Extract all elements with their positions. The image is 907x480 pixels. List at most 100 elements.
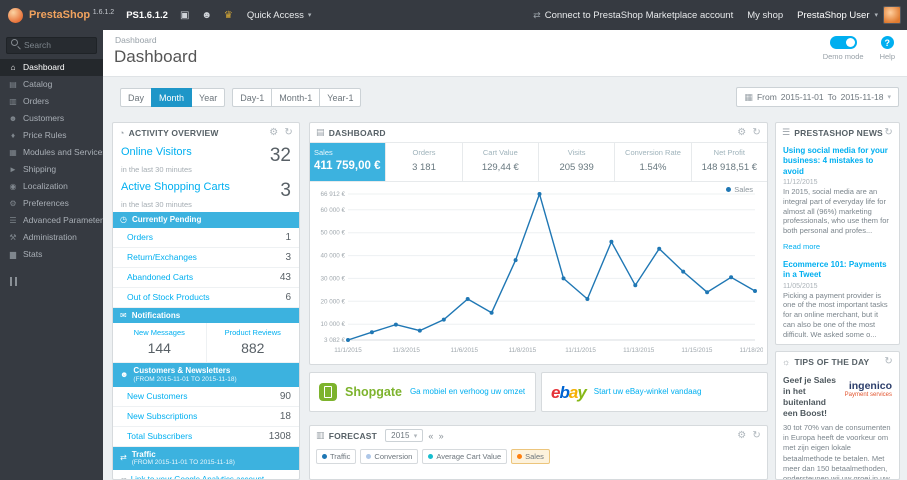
sidebar-item-customers[interactable]: ☻ Customers xyxy=(0,110,103,127)
svg-text:11/1/2015: 11/1/2015 xyxy=(334,347,362,354)
refresh-icon[interactable]: ↻ xyxy=(284,127,293,138)
catalog-icon: ▤ xyxy=(9,79,17,89)
pending-orders-link[interactable]: Orders xyxy=(127,232,153,242)
kpi-net-profit[interactable]: Net Profit 148 918,51 € xyxy=(692,143,767,181)
new-subscriptions-link[interactable]: New Subscriptions xyxy=(127,411,197,421)
forecast-legend-average-cart-value[interactable]: Average Cart Value xyxy=(422,449,508,464)
sidebar-item-orders[interactable]: ▥ Orders xyxy=(0,93,103,110)
shop-name-link[interactable]: PS1.6.1.2 xyxy=(126,10,168,21)
kpi-cart-value[interactable]: Cart Value 129,44 € xyxy=(463,143,539,181)
sidebar-item-localization[interactable]: ◉ Localization xyxy=(0,178,103,195)
refresh-icon[interactable]: ↻ xyxy=(884,127,893,138)
product-reviews-cell[interactable]: Product Reviews 882 xyxy=(205,323,300,363)
news-article-excerpt: Picking a payment provider is one of the… xyxy=(783,290,888,339)
my-shop-link[interactable]: My shop xyxy=(747,10,783,21)
refresh-icon[interactable]: ↻ xyxy=(752,430,761,441)
forecast-legend-conversion[interactable]: Conversion xyxy=(360,449,419,464)
news-article-date: 11/12/2015 xyxy=(783,179,818,187)
range-button-day[interactable]: Day xyxy=(120,88,153,107)
new-customers-link[interactable]: New Customers xyxy=(127,391,187,401)
forecast-year-select[interactable]: 2015 ▾ xyxy=(385,429,424,442)
sidebar-item-price-rules[interactable]: ♦ Price Rules xyxy=(0,127,103,144)
sidebar-item-stats[interactable]: ▆ Stats xyxy=(0,246,103,263)
cart-icon[interactable]: ▣ xyxy=(180,10,189,21)
trophy-icon[interactable]: ♛ xyxy=(224,10,233,21)
customers-newsletters-header: ☻ Customers & Newsletters (FROM 2015-11-… xyxy=(113,363,299,387)
gear-icon[interactable]: ⚙ xyxy=(737,127,746,138)
sidebar-item-administration[interactable]: ⚒ Administration xyxy=(0,229,103,246)
price-rules-icon: ♦ xyxy=(10,130,16,140)
forecast-legend-sales[interactable]: Sales xyxy=(511,449,550,464)
kpi-visits[interactable]: Visits 205 939 xyxy=(539,143,616,181)
prestashop-logo[interactable]: PrestaShop 1.6.1.2 xyxy=(29,9,114,21)
demo-mode-toggle[interactable] xyxy=(829,36,857,49)
online-visitors-link[interactable]: Online Visitors xyxy=(121,146,192,158)
google-analytics-link[interactable]: Link to your Google Analytics account xyxy=(131,475,264,479)
svg-text:40 000 €: 40 000 € xyxy=(320,253,345,260)
active-carts-link[interactable]: Active Shopping Carts xyxy=(121,181,230,193)
range-button-year-1[interactable]: Year-1 xyxy=(319,88,362,107)
sidebar-item-dashboard[interactable]: ⌂ Dashboard xyxy=(0,58,103,76)
help-control: ? Help xyxy=(880,36,895,61)
gear-icon[interactable]: ⚙ xyxy=(737,430,746,441)
kpi-row: Sales 411 759,00 € Orders 3 181 Cart Val… xyxy=(310,142,767,182)
news-article-title-link[interactable]: Using social media for your business: 4 … xyxy=(783,146,892,177)
news-article-title-link[interactable]: Ecommerce 101: Payments in a Tweet xyxy=(783,260,892,281)
news-article: Ecommerce 101: Payments in a Tweet 11/05… xyxy=(776,256,899,344)
previous-year-button[interactable]: « xyxy=(428,431,433,441)
chart-legend[interactable]: Sales xyxy=(726,185,753,194)
chevron-down-icon: ▾ xyxy=(874,12,878,19)
panel-title: FORECAST xyxy=(328,430,378,441)
shopgate-link[interactable]: Ga mobiel en verhoog uw omzet xyxy=(410,387,525,397)
search-input[interactable] xyxy=(6,36,97,54)
notifications-grid: New Messages 144 Product Reviews 882 xyxy=(113,323,300,364)
sidebar-item-advanced-parameters[interactable]: ☰ Advanced Parameters xyxy=(0,212,103,229)
abandoned-carts-link[interactable]: Abandoned Carts xyxy=(127,272,193,282)
next-year-button[interactable]: » xyxy=(439,431,444,441)
marketplace-link[interactable]: ⇄ Connect to PrestaShop Marketplace acco… xyxy=(533,10,733,21)
quick-access-menu[interactable]: Quick Access ▾ xyxy=(247,10,312,21)
active-carts-value: 3 xyxy=(280,180,291,201)
out-of-stock-link[interactable]: Out of Stock Products xyxy=(127,292,210,302)
ebay-link[interactable]: Start uw eBay-winkel vandaag xyxy=(594,387,702,397)
prestashop-logo-icon xyxy=(8,7,23,23)
user-menu[interactable]: PrestaShop User ▾ xyxy=(797,6,901,24)
date-range-picker[interactable]: ▦ From 2015-11-01 To 2015-11-18 ▾ xyxy=(736,87,899,107)
help-icon[interactable]: ? xyxy=(880,36,894,49)
new-subscriptions-value: 18 xyxy=(279,410,291,422)
kpi-sales[interactable]: Sales 411 759,00 € xyxy=(310,143,387,181)
range-button-year[interactable]: Year xyxy=(191,88,226,107)
sidebar-search xyxy=(6,35,97,54)
sidebar-item-modules[interactable]: ▦ Modules and Services xyxy=(0,144,103,161)
abandoned-carts-value: 43 xyxy=(279,271,291,283)
notifications-header: ✉ Notifications xyxy=(113,307,299,324)
gear-icon[interactable]: ⚙ xyxy=(269,127,278,138)
person-icon[interactable]: ☻ xyxy=(201,10,212,21)
svg-text:20 000 €: 20 000 € xyxy=(320,298,345,305)
forecast-legend-traffic[interactable]: Traffic xyxy=(316,449,357,464)
topbar-right: ⇄ Connect to PrestaShop Marketplace acco… xyxy=(533,6,907,24)
sidebar-item-catalog[interactable]: ▤ Catalog xyxy=(0,76,103,93)
range-button-day-1[interactable]: Day-1 xyxy=(232,88,273,107)
quick-access-label: Quick Access xyxy=(246,9,304,21)
sales-chart-area: Sales 66 912 € 60 000 € 50 000 € 40 000 € 30… xyxy=(310,182,767,361)
svg-text:11/13/2015: 11/13/2015 xyxy=(623,347,655,354)
range-button-month[interactable]: Month xyxy=(151,88,193,107)
kpi-conversion-rate[interactable]: Conversion Rate 1.54% xyxy=(615,143,692,181)
kpi-orders[interactable]: Orders 3 181 xyxy=(386,143,463,181)
refresh-icon[interactable]: ↻ xyxy=(884,356,893,367)
dashboard-panel: ▤ DASHBOARD ⚙ ↻ Sales 411 759,00 € Order… xyxy=(309,122,768,365)
sidebar-item-shipping[interactable]: ► Shipping xyxy=(0,161,103,178)
range-button-month-1[interactable]: Month-1 xyxy=(271,88,321,107)
breadcrumb[interactable]: Dashboard xyxy=(115,35,157,45)
refresh-icon[interactable]: ↻ xyxy=(752,127,761,138)
collapse-menu-icon[interactable] xyxy=(10,273,103,291)
tip-heading: Geef je Sales in het buitenland een Boos… xyxy=(783,375,836,419)
total-subscribers-link[interactable]: Total Subscribers xyxy=(127,431,192,441)
currently-pending-header: ◷ Currently Pending xyxy=(113,212,299,228)
sidebar-item-preferences[interactable]: ⚙ Preferences xyxy=(0,195,103,212)
read-more-link[interactable]: Read more xyxy=(783,242,820,251)
new-messages-cell[interactable]: New Messages 144 xyxy=(113,323,206,362)
return-exchanges-link[interactable]: Return/Exchanges xyxy=(127,252,197,262)
clock-icon: ◷ xyxy=(120,215,127,224)
